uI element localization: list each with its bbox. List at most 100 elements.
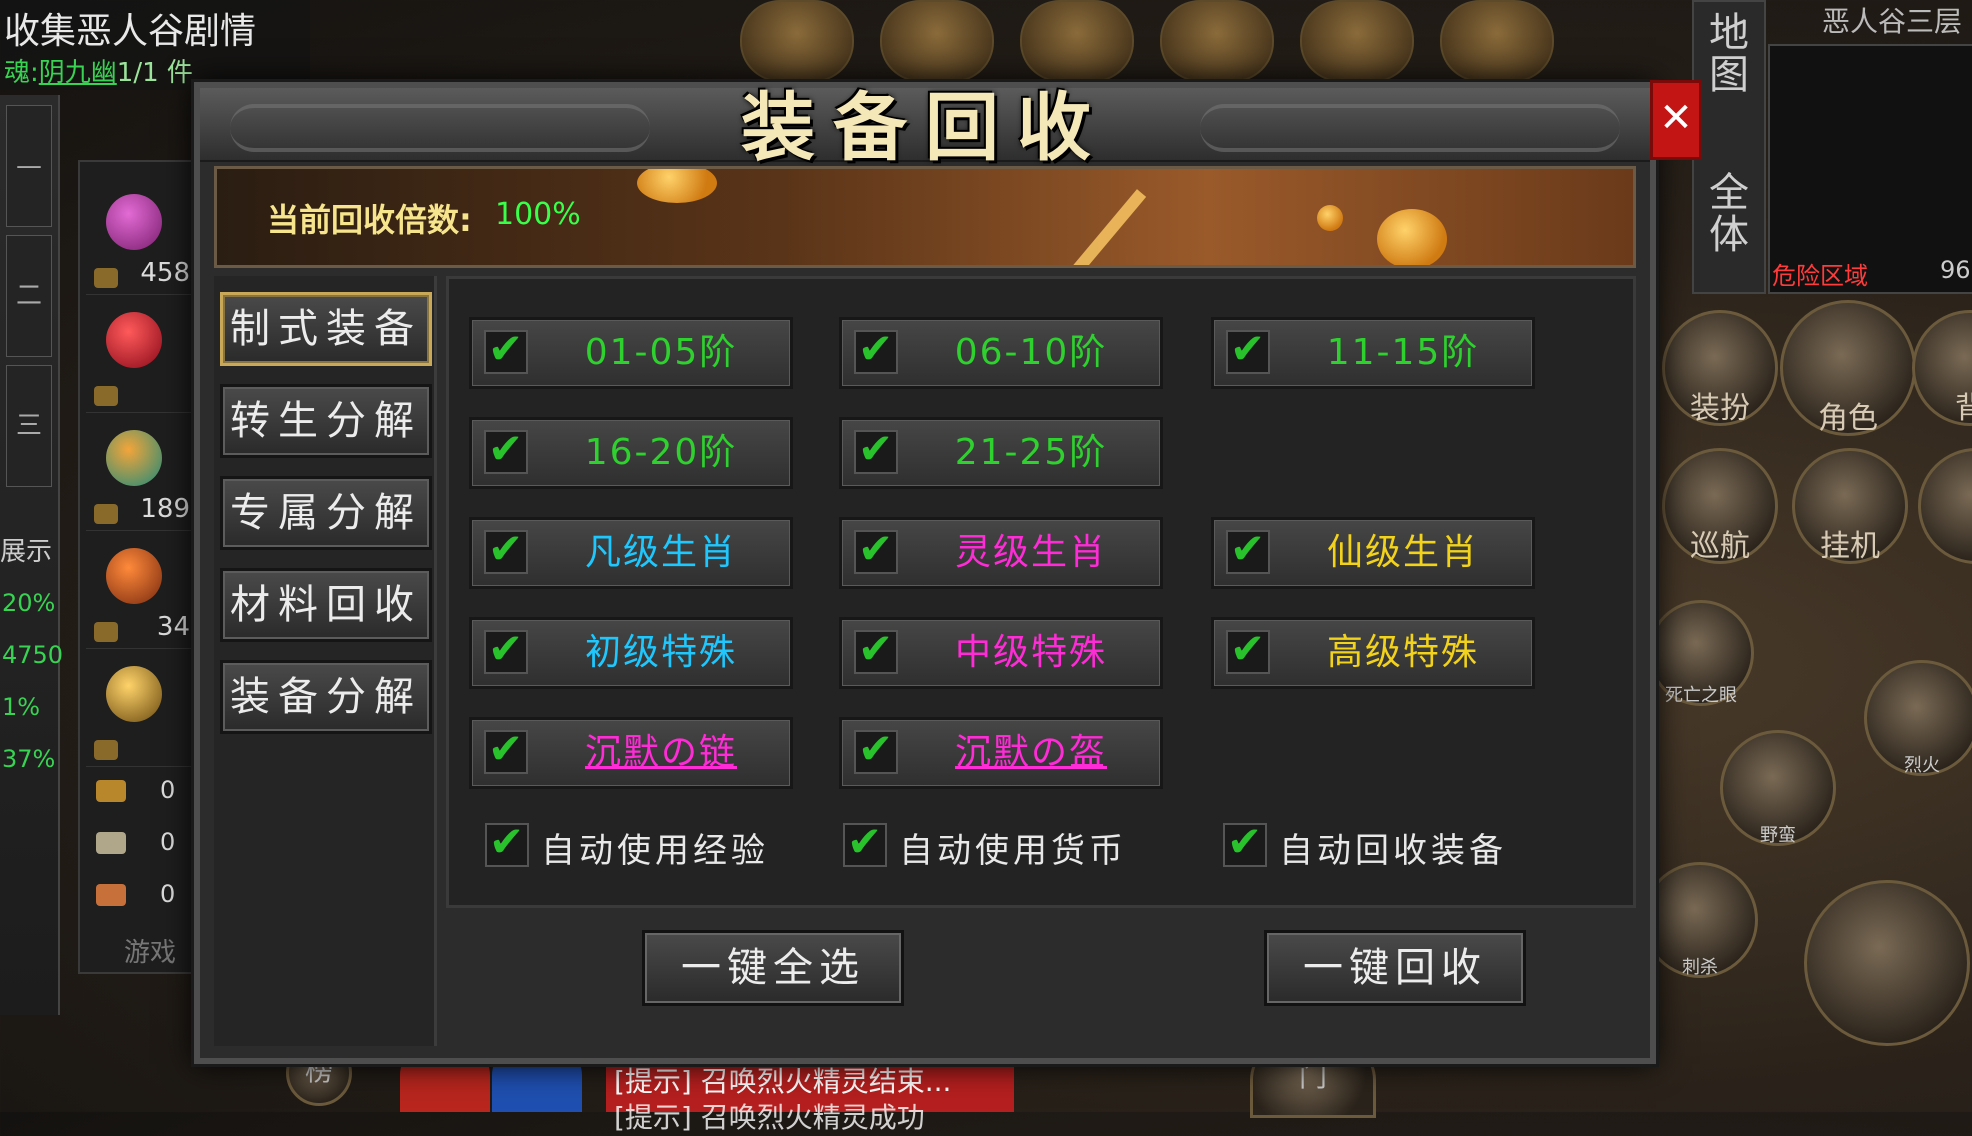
auto-battle-button[interactable]: 挂机 — [1792, 448, 1908, 564]
checkbox[interactable] — [484, 424, 528, 474]
gift-icon[interactable] — [1440, 0, 1554, 82]
auto-recycle-equipment[interactable]: 自动回收装备 — [1223, 817, 1523, 871]
option-spirit-zodiac[interactable]: 灵级生肖 — [839, 517, 1163, 589]
quest-tracker[interactable]: 收集恶人谷剧情 魂:阴九幽1/1 件 — [0, 0, 310, 90]
item-count: 34 — [156, 612, 190, 642]
inventory-slot[interactable] — [86, 654, 192, 767]
checkbox[interactable] — [1226, 324, 1270, 374]
option-immortal-zodiac[interactable]: 仙级生肖 — [1211, 517, 1535, 589]
coin-icon — [637, 169, 717, 203]
lock-icon — [94, 740, 118, 760]
inventory-slot[interactable]: 34 — [86, 536, 192, 649]
option-basic-special[interactable]: 初级特殊 — [469, 617, 793, 689]
flower-icon — [96, 832, 126, 854]
scroll-icon[interactable] — [1160, 0, 1274, 82]
checkbox[interactable] — [854, 424, 898, 474]
option-common-zodiac[interactable]: 凡级生肖 — [469, 517, 793, 589]
option-tier-16-20[interactable]: 16-20阶 — [469, 417, 793, 489]
checkbox[interactable] — [484, 324, 528, 374]
all-tab[interactable]: 全体 — [1694, 172, 1764, 256]
option-mid-special[interactable]: 中级特殊 — [839, 617, 1163, 689]
danger-zone-label: 危险区域 — [1772, 262, 1868, 290]
flame-icon — [106, 548, 162, 604]
checkbox[interactable] — [843, 817, 887, 867]
nav-exclusive-decompose[interactable]: 专属分解 — [220, 476, 432, 550]
recycle-rate-value: 100% — [495, 197, 581, 232]
notice-line: [提示] 召唤烈火精灵成功 — [614, 1101, 925, 1134]
death-eye-skill[interactable]: 死亡之眼 — [1648, 600, 1754, 706]
nav-rebirth-decompose[interactable]: 转生分解 — [220, 384, 432, 458]
quest-link[interactable]: 阴九幽 — [39, 58, 117, 88]
checkbox[interactable] — [484, 724, 528, 774]
bag-button[interactable]: 背 — [1912, 310, 1972, 426]
side-tab-1[interactable]: — — [6, 105, 52, 227]
zone-title: 恶人谷三层 — [1822, 5, 1963, 38]
option-tier-11-15[interactable]: 11-15阶 — [1211, 317, 1535, 389]
equip-button[interactable]: 装扮 — [1662, 310, 1778, 426]
checkbox[interactable] — [854, 624, 898, 674]
inventory-slot[interactable]: 189 — [86, 418, 192, 531]
settings-icon[interactable] — [1918, 448, 1972, 564]
notice-box: [提示] 召唤烈火精灵结束... [提示] 召唤烈火精灵成功 — [606, 1058, 1014, 1134]
map-tabs: 地图 全体 — [1692, 0, 1766, 294]
recycle-rate-label: 当前回收倍数: — [267, 201, 472, 239]
chest-icon[interactable] — [1300, 0, 1414, 82]
currency-bronze: 0 — [86, 874, 192, 922]
equipment-recycle-dialog: 装备回收 当前回收倍数: 100% 制式装备 转生分解 专属分解 材料回收 装备… — [194, 82, 1656, 1064]
checkbox[interactable] — [1223, 817, 1267, 867]
nav-material-recycle[interactable]: 材料回收 — [220, 568, 432, 642]
game-label: 游戏 — [124, 938, 177, 968]
checkbox[interactable] — [854, 524, 898, 574]
role-button[interactable]: 角色 — [1780, 300, 1916, 436]
lock-icon — [94, 504, 118, 524]
checkbox[interactable] — [484, 624, 528, 674]
auto-use-currency[interactable]: 自动使用货币 — [843, 817, 1143, 871]
nav-standard-equipment[interactable]: 制式装备 — [220, 292, 432, 366]
side-tab-3[interactable]: 三 — [6, 365, 52, 487]
nav-equipment-decompose[interactable]: 装备分解 — [220, 660, 432, 734]
coin-icon — [1377, 209, 1447, 265]
category-nav: 制式装备 转生分解 专属分解 材料回收 装备分解 — [214, 276, 437, 1046]
inventory-column: 458 189 34 0 0 0 游戏 — [78, 160, 200, 974]
close-icon[interactable]: ✕ — [1650, 80, 1702, 160]
side-tab-2[interactable]: 二 — [6, 235, 52, 357]
option-tier-21-25[interactable]: 21-25阶 — [839, 417, 1163, 489]
inventory-slot[interactable] — [86, 300, 192, 413]
side-stat-3: 1% — [2, 693, 41, 721]
brick-icon — [96, 884, 126, 906]
fire-skill[interactable]: 烈火 — [1864, 660, 1972, 776]
recycle-options-panel: 01-05阶 06-10阶 11-15阶 16-20阶 21-25阶 凡级生肖 … — [446, 276, 1636, 908]
inventory-slot[interactable]: 458 — [86, 182, 192, 295]
left-side-strip: — 二 三 展示 20% 4750 1% 37% — [0, 95, 63, 1015]
checkbox[interactable] — [854, 324, 898, 374]
coin-icon — [1317, 205, 1343, 231]
item-count: 189 — [140, 494, 190, 524]
select-all-button[interactable]: 一键全选 — [642, 930, 904, 1006]
wild-skill[interactable]: 野蛮 — [1720, 730, 1836, 846]
map-tab[interactable]: 地图 — [1694, 12, 1764, 96]
option-silent-chain[interactable]: 沉默の链 — [469, 717, 793, 789]
attack-button[interactable] — [1804, 880, 1970, 1046]
fruit-icon — [106, 194, 162, 250]
rate-banner: 当前回收倍数: 100% — [214, 166, 1636, 268]
slash-skill[interactable]: 刺杀 — [1642, 862, 1758, 978]
lock-icon — [94, 268, 118, 288]
checkbox[interactable] — [1226, 624, 1270, 674]
recycle-button[interactable]: 一键回收 — [1264, 930, 1526, 1006]
checkbox[interactable] — [854, 724, 898, 774]
option-high-special[interactable]: 高级特殊 — [1211, 617, 1535, 689]
checkbox[interactable] — [1226, 524, 1270, 574]
currency-silver: 0 — [86, 822, 192, 870]
option-silent-helm[interactable]: 沉默の盔 — [839, 717, 1163, 789]
notice-line: [提示] 召唤烈火精灵结束... — [614, 1065, 952, 1098]
option-tier-01-05[interactable]: 01-05阶 — [469, 317, 793, 389]
ornament-right — [1200, 104, 1620, 152]
auto-use-exp[interactable]: 自动使用经验 — [485, 817, 785, 871]
lock-icon — [94, 622, 118, 642]
checkbox[interactable] — [484, 524, 528, 574]
cruise-button[interactable]: 巡航 — [1662, 448, 1778, 564]
item-count: 458 — [140, 258, 190, 288]
option-tier-06-10[interactable]: 06-10阶 — [839, 317, 1163, 389]
checkbox[interactable] — [485, 817, 529, 867]
horse-icon — [106, 666, 162, 722]
